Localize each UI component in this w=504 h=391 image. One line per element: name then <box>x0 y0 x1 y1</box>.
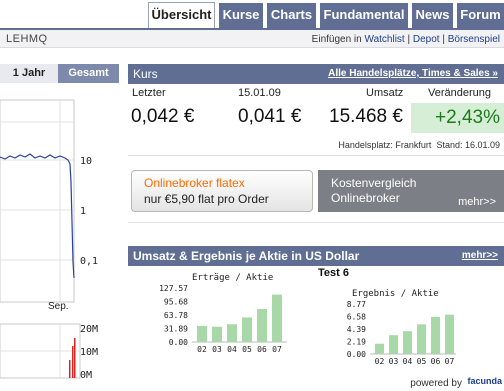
x-tick-label: 03 <box>389 357 399 366</box>
x-tick-label: 02 <box>197 345 207 354</box>
chart-title: Ergebnis / Aktie <box>352 289 439 299</box>
x-tick-label: 05 <box>417 357 427 366</box>
x-tick-label: 04 <box>403 357 413 366</box>
link-separator: | <box>442 34 445 45</box>
previous-price: 0,041 € <box>238 106 302 127</box>
volume-bar <box>74 338 76 378</box>
kosten-line2: Onlinebroker <box>331 191 400 205</box>
volume-bar <box>69 360 71 378</box>
powered-by-label: powered by <box>410 378 462 389</box>
bar <box>403 331 412 354</box>
x-tick-label: 04 <box>227 345 237 354</box>
facunda-logo: facunda <box>467 376 502 386</box>
y-tick-label: 4.39 <box>347 325 366 334</box>
boersenspiel-link[interactable]: Börsenspiel <box>448 34 500 45</box>
bar <box>445 314 454 354</box>
col-date: 15.01.09 <box>238 87 281 99</box>
col-letzter: Letzter <box>132 87 166 99</box>
earnings-per-share-chart: Ergebnis / Aktie8.77 6.58 4.39 2.19 0.00 02 03… <box>347 289 456 366</box>
bar <box>227 324 237 342</box>
bar <box>242 317 252 342</box>
x-tick-label: 06 <box>431 357 441 366</box>
all-markets-link[interactable]: Alle Handelsplätze, Times & Sales » <box>328 64 498 84</box>
y-tick-0-1: 0,1 <box>80 256 98 267</box>
tab-news[interactable]: News <box>412 3 453 28</box>
volume-bar <box>72 346 74 378</box>
kurs-columns: Letzter 15.01.09 Umsatz Veränderung <box>128 85 504 101</box>
volume-value: 15.468 € <box>329 106 403 127</box>
y-tick-1: 1 <box>80 206 86 217</box>
umsatz-header: Umsatz & Ergebnis je Aktie in US Dollar … <box>128 246 504 266</box>
market-info: Handelsplatz: Frankfurt Stand: 16.01.09 <box>338 140 500 150</box>
ticker-symbol: LEHMQ <box>6 33 48 45</box>
y-tick-label: 95.68 <box>164 298 188 307</box>
tab-fundamental[interactable]: Fundamental <box>320 3 408 28</box>
col-umsatz: Umsatz <box>366 87 404 99</box>
vol-tick-20m: 20M <box>80 324 98 335</box>
kosten-more-link[interactable]: mehr>> <box>458 196 496 208</box>
flatex-title: Onlinebroker flatex <box>144 176 245 190</box>
tab-uebersicht[interactable]: Übersicht <box>148 2 215 29</box>
y-tick-label: 31.89 <box>164 325 188 334</box>
market-date: Stand: 16.01.09 <box>436 140 500 150</box>
change-value: +2,43% <box>411 103 504 133</box>
flatex-ad-button[interactable]: Onlinebroker flatex nur €5,90 flat pro O… <box>131 170 313 212</box>
y-tick-label: 0.00 <box>347 350 366 359</box>
vol-tick-10m: 10M <box>80 347 98 358</box>
y-tick-label: 6.58 <box>347 313 366 322</box>
flatex-subtitle: nur €5,90 flat pro Order <box>144 192 269 206</box>
x-tick-sep: Sep. <box>48 301 69 312</box>
y-tick-10: 10 <box>80 156 92 167</box>
tab-bar: Übersicht Kurse Charts Fundamental News … <box>0 0 504 29</box>
test-label: Test 6 <box>318 267 349 279</box>
revenue-per-share-chart: Erträge / Aktie 127.57 95.68 63.78 31.89 0.00… <box>159 273 287 354</box>
kurs-values: 0,042 € 0,041 € 15.468 € +2,43% <box>128 103 504 133</box>
kostenvergleich-ad[interactable]: Kostenvergleich Onlinebroker mehr>> <box>318 170 504 212</box>
x-tick-label: 06 <box>257 345 267 354</box>
bar <box>417 324 426 354</box>
link-separator: | <box>407 34 411 45</box>
x-tick-label: 02 <box>375 357 385 366</box>
last-price: 0,042 € <box>131 106 195 127</box>
action-links: Einfügen in Watchlist | Depot | Börsensp… <box>312 34 500 45</box>
tab-charts[interactable]: Charts <box>267 3 316 28</box>
kosten-line1: Kostenvergleich <box>331 176 417 190</box>
y-tick-label: 8.77 <box>347 300 366 309</box>
x-tick-label: 07 <box>445 357 455 366</box>
y-tick-label: 63.78 <box>164 311 188 320</box>
depot-link[interactable]: Depot <box>413 34 440 45</box>
y-tick-label: 127.57 <box>159 284 188 293</box>
bar <box>212 326 222 342</box>
market-place: Handelsplatz: Frankfurt <box>338 140 432 150</box>
y-tick-label: 2.19 <box>347 338 366 347</box>
price-chart: 10 1 0,1 Sep. <box>0 99 98 312</box>
kurs-header: Kurs Alle Handelsplätze, Times & Sales » <box>128 64 504 84</box>
range-1-year-button[interactable]: 1 Jahr <box>0 64 58 83</box>
tab-forum[interactable]: Forum <box>457 3 504 28</box>
col-veraenderung: Veränderung <box>428 87 491 99</box>
divider <box>128 155 504 156</box>
y-tick-label: 0.00 <box>169 338 188 347</box>
chart-title: Erträge / Aktie <box>192 273 273 283</box>
bar <box>197 325 207 342</box>
range-selector: 1 Jahr Gesamt <box>0 64 119 83</box>
x-tick-label: 03 <box>212 345 222 354</box>
bar <box>375 343 384 354</box>
volume-chart: 20M 10M 0M <box>0 323 98 381</box>
bar <box>257 308 267 342</box>
x-tick-label: 07 <box>272 345 282 354</box>
vol-tick-0m: 0M <box>80 370 92 381</box>
divider <box>128 222 504 223</box>
kurs-title: Kurs <box>133 67 158 81</box>
insert-label: Einfügen in <box>311 34 362 45</box>
tab-kurse[interactable]: Kurse <box>219 3 263 28</box>
bar <box>272 294 282 342</box>
bar <box>431 316 440 354</box>
umsatz-more-link[interactable]: mehr>> <box>462 246 498 266</box>
bar <box>389 335 398 354</box>
umsatz-title: Umsatz & Ergebnis je Aktie in US Dollar <box>133 249 360 263</box>
range-total-button[interactable]: Gesamt <box>58 64 119 83</box>
x-tick-label: 05 <box>242 345 252 354</box>
watchlist-link[interactable]: Watchlist <box>365 34 405 45</box>
